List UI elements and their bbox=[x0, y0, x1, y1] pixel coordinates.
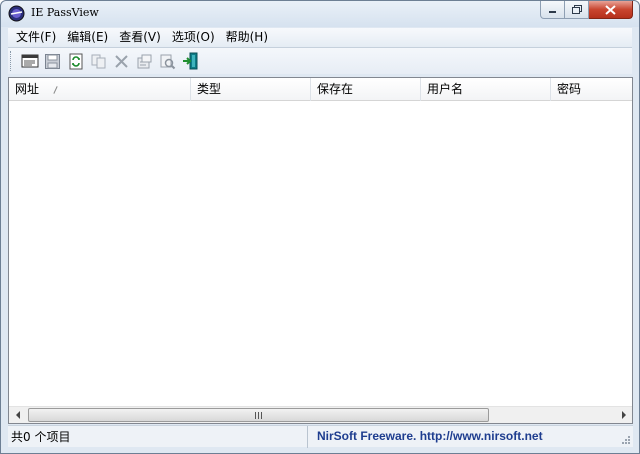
password-list[interactable]: 网址 类型 保存在 用户名 密码 bbox=[8, 77, 633, 424]
scroll-thumb[interactable] bbox=[28, 408, 489, 422]
column-label: 密码 bbox=[557, 82, 582, 96]
save-button[interactable] bbox=[41, 50, 64, 72]
column-header-type[interactable]: 类型 bbox=[191, 78, 311, 101]
restore-icon bbox=[571, 5, 582, 14]
menu-file[interactable]: 文件(F) bbox=[11, 28, 62, 47]
menu-view[interactable]: 查看(V) bbox=[114, 28, 167, 47]
scroll-left-icon bbox=[15, 411, 20, 419]
app-icon bbox=[8, 5, 25, 22]
menu-options[interactable]: 选项(O) bbox=[167, 28, 221, 47]
scroll-right-icon bbox=[621, 411, 626, 419]
column-header-stored-in[interactable]: 保存在 bbox=[311, 78, 421, 101]
window-title: IE PassView bbox=[31, 6, 99, 19]
restore-button[interactable] bbox=[565, 1, 589, 19]
title-bar[interactable]: IE PassView bbox=[1, 1, 639, 27]
column-label: 保存在 bbox=[317, 82, 354, 96]
find-icon bbox=[160, 54, 176, 69]
toolbar-grip[interactable] bbox=[10, 51, 13, 71]
copy-button[interactable] bbox=[87, 50, 110, 72]
status-bar: 共0 个项目 NirSoft Freeware. http://www.nirs… bbox=[8, 425, 633, 448]
toolbar bbox=[8, 48, 632, 74]
copy-icon bbox=[91, 54, 106, 69]
column-header-password[interactable]: 密码 bbox=[551, 78, 632, 101]
html-report-icon bbox=[21, 54, 38, 68]
exit-icon bbox=[182, 52, 197, 70]
column-label: 用户名 bbox=[427, 82, 464, 96]
scroll-left-button[interactable] bbox=[9, 407, 26, 423]
refresh-button[interactable] bbox=[64, 50, 87, 72]
delete-button[interactable] bbox=[110, 50, 133, 72]
column-label: 类型 bbox=[197, 82, 222, 96]
html-report-button[interactable] bbox=[18, 50, 41, 72]
scroll-right-button[interactable] bbox=[615, 407, 632, 423]
menu-help[interactable]: 帮助(H) bbox=[221, 28, 274, 47]
list-header: 网址 类型 保存在 用户名 密码 bbox=[9, 78, 632, 101]
exit-button[interactable] bbox=[179, 50, 202, 72]
minimize-button[interactable] bbox=[540, 1, 565, 19]
column-header-username[interactable]: 用户名 bbox=[421, 78, 551, 101]
refresh-icon bbox=[69, 53, 82, 69]
nirsoft-link[interactable]: NirSoft Freeware. http://www.nirsoft.net bbox=[317, 426, 543, 448]
scroll-grip-icon bbox=[255, 411, 262, 419]
find-button[interactable] bbox=[156, 50, 179, 72]
menu-edit[interactable]: 编辑(E) bbox=[62, 28, 114, 47]
save-icon bbox=[45, 53, 60, 69]
app-window: IE PassView 文件(F) 编辑(E) 查看(V) 选项(O) 帮助(H… bbox=[0, 0, 640, 454]
delete-icon bbox=[115, 54, 128, 68]
column-header-url[interactable]: 网址 bbox=[9, 78, 191, 101]
horizontal-scrollbar[interactable] bbox=[9, 406, 632, 423]
close-button[interactable] bbox=[589, 1, 633, 19]
close-icon bbox=[605, 4, 616, 15]
properties-button[interactable] bbox=[133, 50, 156, 72]
menu-bar: 文件(F) 编辑(E) 查看(V) 选项(O) 帮助(H) bbox=[8, 28, 632, 48]
sort-indicator-icon bbox=[53, 86, 58, 94]
resize-grip-icon[interactable] bbox=[621, 435, 631, 445]
caption-buttons bbox=[540, 1, 633, 19]
column-label: 网址 bbox=[15, 82, 40, 96]
item-count: 共0 个项目 bbox=[8, 426, 308, 448]
properties-icon bbox=[137, 54, 152, 68]
minimize-icon bbox=[549, 11, 556, 13]
